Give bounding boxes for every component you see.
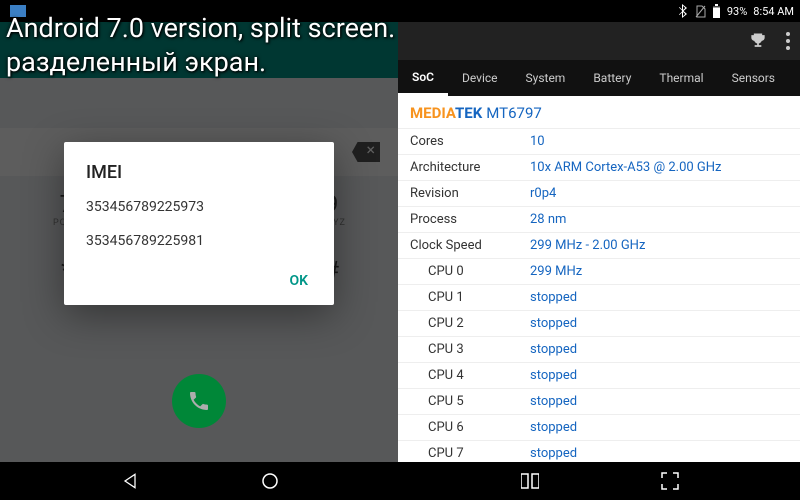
cpu-row: CPU 1stopped [398, 284, 800, 310]
bluetooth-icon [679, 4, 689, 18]
soc-row: Cores10 [398, 128, 800, 154]
dialog-title: IMEI [86, 162, 312, 183]
trophy-icon[interactable] [748, 31, 768, 51]
nav-expand-icon[interactable] [661, 472, 679, 490]
soc-panel[interactable]: MEDIATEKMT6797 Cores10Architecture10x AR… [398, 96, 800, 462]
cpu-row: CPU 0299 MHz [398, 258, 800, 284]
imei-2: 353456789225981 [86, 233, 312, 249]
tab-soc[interactable]: SoC [398, 60, 448, 96]
tab-sensors[interactable]: Sensors [718, 60, 789, 96]
cpu-row: CPU 5stopped [398, 388, 800, 414]
tab-device[interactable]: Device [448, 60, 512, 96]
cpuz-toolbar [398, 22, 800, 60]
ok-button[interactable]: OK [86, 267, 312, 295]
imei-1: 353456789225973 [86, 199, 312, 215]
cpu-row: CPU 2stopped [398, 310, 800, 336]
status-bar: 93% 8:54 AM [0, 0, 800, 22]
battery-percent: 93% [727, 5, 747, 18]
tab-system[interactable]: System [512, 60, 580, 96]
cpu-row: CPU 6stopped [398, 414, 800, 440]
nav-home-icon[interactable] [260, 471, 280, 491]
cpu-row: CPU 4stopped [398, 362, 800, 388]
tab-bar: SoCDeviceSystemBatteryThermalSensors [398, 60, 800, 96]
nav-back-icon[interactable] [120, 471, 140, 491]
clock: 8:54 AM [753, 5, 794, 18]
soc-row: Revisionr0p4 [398, 180, 800, 206]
right-pane-cpuz: SoCDeviceSystemBatteryThermalSensors MED… [398, 22, 800, 462]
soc-title: MEDIATEKMT6797 [398, 96, 800, 128]
menu-icon[interactable] [786, 32, 790, 50]
tab-thermal[interactable]: Thermal [645, 60, 717, 96]
imei-dialog: IMEI 353456789225973 353456789225981 OK [64, 142, 334, 305]
soc-row: Architecture10x ARM Cortex-A53 @ 2.00 GH… [398, 154, 800, 180]
battery-icon [712, 4, 721, 18]
nav-bar [0, 462, 800, 500]
cpu-row: CPU 7stopped [398, 440, 800, 462]
recent-app-icon [10, 5, 26, 17]
soc-row: Process28 nm [398, 206, 800, 232]
soc-row: Clock Speed299 MHz - 2.00 GHz [398, 232, 800, 258]
left-pane-dialer: 7PQRS8TUV9WXYZ*0+# IMEI 353456789225973 … [0, 22, 398, 462]
tab-battery[interactable]: Battery [579, 60, 645, 96]
no-sim-icon [695, 5, 706, 18]
cpu-row: CPU 3stopped [398, 336, 800, 362]
nav-splitscreen-icon[interactable] [521, 473, 539, 489]
